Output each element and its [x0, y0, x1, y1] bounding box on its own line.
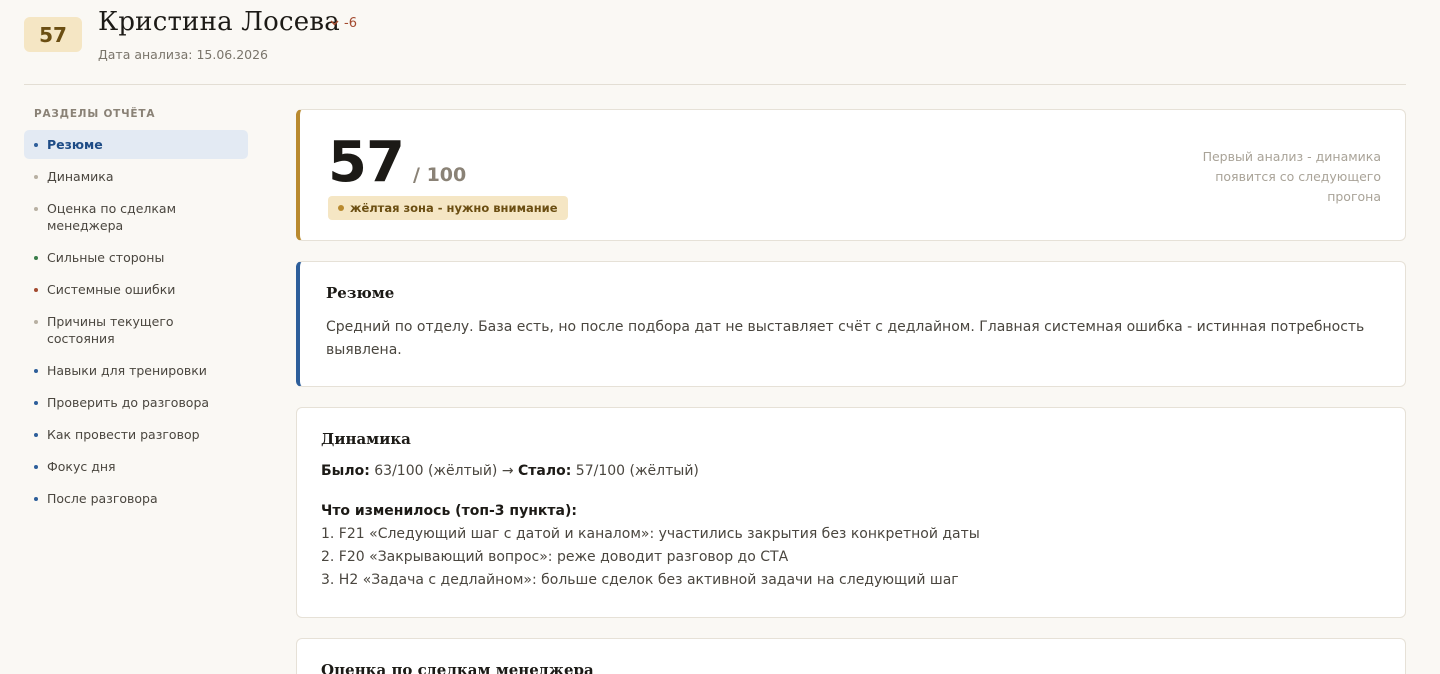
- sidebar-item-label: Системные ошибки: [47, 282, 176, 297]
- sidebar-item-label: Как провести разговор: [47, 427, 200, 442]
- sidebar-item-strengths[interactable]: Сильные стороны: [24, 243, 248, 272]
- sidebar-item-label: Резюме: [47, 137, 103, 152]
- bullet-dot-icon: [34, 497, 38, 501]
- bullet-dot-icon: [34, 433, 38, 437]
- report-header: 57 Кристина Лосева -6 Дата анализа: 15.0…: [24, 0, 1406, 85]
- score-change-line: Было: 63/100 (жёлтый) → Стало: 57/100 (ж…: [321, 460, 1381, 483]
- deal-scores-title: Оценка по сделкам менеджера: [321, 661, 594, 674]
- sidebar-item-current-state-causes[interactable]: Причины текущего состояния: [24, 307, 248, 353]
- bullet-dot-icon: [34, 465, 38, 469]
- zone-badge: жёлтая зона - нужно внимание: [328, 196, 568, 220]
- sidebar-item-summary[interactable]: Резюме: [24, 130, 248, 159]
- sidebar-item-deal-scores[interactable]: Оценка по сделкам менеджера: [24, 194, 248, 240]
- analysis-date: Дата анализа: 15.06.2026: [98, 47, 269, 62]
- now-label: Стало:: [518, 463, 572, 479]
- dynamics-title: Динамика: [321, 430, 411, 448]
- bullet-dot-icon: [34, 288, 38, 292]
- summary-title: Резюме: [326, 284, 395, 302]
- sidebar-item-label: Сильные стороны: [47, 250, 165, 265]
- bullet-dot-icon: [34, 401, 38, 405]
- list-item: 2. F20 «Закрывающий вопрос»: реже доводи…: [321, 549, 789, 565]
- sidebar-title: РАЗДЕЛЫ ОТЧЁТА: [34, 108, 156, 120]
- score-badge: 57: [24, 17, 82, 52]
- bullet-dot-icon: [34, 320, 38, 324]
- sidebar-item-conversation-guide[interactable]: Как провести разговор: [24, 420, 248, 449]
- chevron-down-icon: [330, 18, 339, 29]
- changes-title: Что изменилось (топ-3 пункта):: [321, 503, 577, 519]
- sidebar-item-label: Навыки для тренировки: [47, 363, 207, 378]
- bullet-dot-icon: [34, 369, 38, 373]
- score-card: 57 / 100 жёлтая зона - нужно внимание Пе…: [296, 109, 1406, 241]
- manager-name: Кристина Лосева: [98, 7, 340, 37]
- first-analysis-note: Первый анализ - динамика появится со сле…: [1202, 149, 1381, 204]
- score-delta-value: -6: [344, 16, 357, 31]
- sidebar-item-system-errors[interactable]: Системные ошибки: [24, 275, 248, 304]
- now-value: 57/100 (жёлтый): [575, 463, 699, 479]
- score-delta: -6: [330, 16, 357, 31]
- total-score-value: 57: [328, 130, 405, 195]
- sidebar-item-label: Динамика: [47, 169, 114, 184]
- sidebar-item-label: Оценка по сделкам менеджера: [47, 201, 177, 233]
- sidebar-item-label: Причины текущего состояния: [47, 314, 174, 346]
- was-label: Было:: [321, 463, 370, 479]
- was-value: 63/100 (жёлтый) →: [374, 463, 514, 479]
- deal-scores-card: Оценка по сделкам менеджера: [296, 638, 1406, 674]
- sidebar-item-pre-check[interactable]: Проверить до разговора: [24, 388, 248, 417]
- summary-text: Средний по отделу. База есть, но после п…: [326, 319, 1365, 358]
- list-item: 1. F21 «Следующий шаг с датой и каналом»…: [321, 526, 980, 542]
- total-score: 57 / 100: [328, 130, 466, 195]
- sidebar-item-label: Проверить до разговора: [47, 395, 210, 410]
- sidebar-item-after-conversation[interactable]: После разговора: [24, 484, 248, 513]
- sidebar-item-label: После разговора: [47, 491, 158, 506]
- total-score-max: / 100: [413, 164, 467, 186]
- sidebar-item-dynamics[interactable]: Динамика: [24, 162, 248, 191]
- zone-dot-icon: [338, 205, 344, 211]
- sidebar-item-day-focus[interactable]: Фокус дня: [24, 452, 248, 481]
- sidebar-item-training-skills[interactable]: Навыки для тренировки: [24, 356, 248, 385]
- report-sections-nav: РАЗДЕЛЫ ОТЧЁТА Резюме Динамика Оценка по…: [24, 108, 248, 516]
- bullet-dot-icon: [34, 207, 38, 211]
- bullet-dot-icon: [34, 143, 38, 147]
- sidebar-item-label: Фокус дня: [47, 459, 116, 474]
- bullet-dot-icon: [34, 256, 38, 260]
- zone-badge-label: жёлтая зона - нужно внимание: [350, 201, 558, 215]
- dynamics-card: Динамика Было: 63/100 (жёлтый) → Стало: …: [296, 407, 1406, 618]
- bullet-dot-icon: [34, 175, 38, 179]
- summary-card: Резюме Средний по отделу. База есть, но …: [296, 261, 1406, 387]
- list-item: 3. H2 «Задача с дедлайном»: больше сдело…: [321, 572, 959, 588]
